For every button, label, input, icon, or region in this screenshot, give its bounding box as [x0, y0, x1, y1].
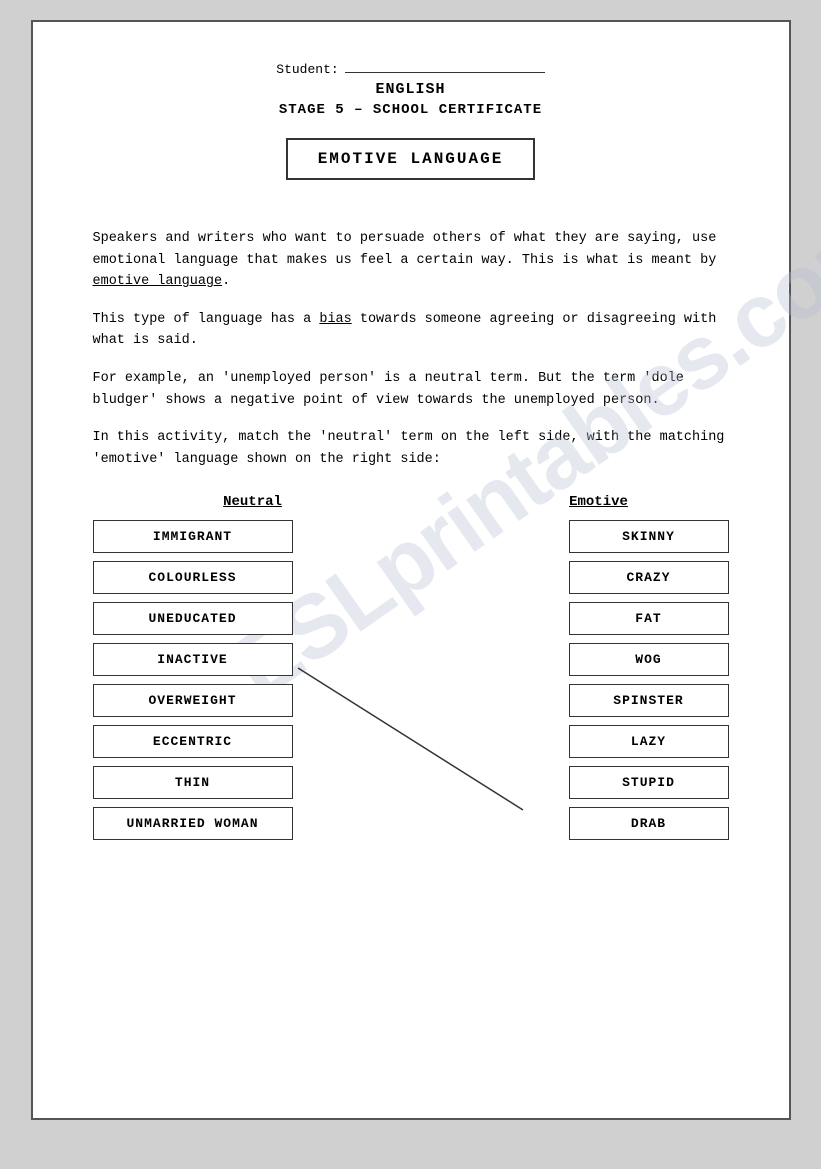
emotive-term-stupid: STUPID — [569, 766, 729, 799]
neutral-term-colourless: COLOURLESS — [93, 561, 293, 594]
neutral-term-inactive: INACTIVE — [93, 643, 293, 676]
paragraph-2: This type of language has a bias towards… — [93, 309, 729, 352]
neutral-term-immigrant: IMMIGRANT — [93, 520, 293, 553]
matching-row-5: OVERWEIGHT SPINSTER — [93, 684, 729, 717]
bias-underline: bias — [319, 312, 351, 327]
emotive-term-drab: DRAB — [569, 807, 729, 840]
student-label: Student: — [276, 62, 338, 77]
emotive-term-lazy: LAZY — [569, 725, 729, 758]
neutral-term-thin: THIN — [93, 766, 293, 799]
neutral-term-overweight: OVERWEIGHT — [93, 684, 293, 717]
header-section: Student: ENGLISH STAGE 5 – SCHOOL CERTIF… — [93, 62, 729, 208]
activity-section: Neutral Emotive IMMIGRANT SKINNY COLOURL… — [93, 494, 729, 840]
paragraph-1: Speakers and writers who want to persuad… — [93, 228, 729, 293]
emotive-term-fat: FAT — [569, 602, 729, 635]
matching-row-8: UNMARRIED WOMAN DRAB — [93, 807, 729, 840]
matching-row-2: COLOURLESS CRAZY — [93, 561, 729, 594]
columns-header: Neutral Emotive — [93, 494, 729, 510]
matching-row-4: INACTIVE WOG — [93, 643, 729, 676]
matching-row-7: THIN STUPID — [93, 766, 729, 799]
neutral-term-eccentric: ECCENTRIC — [93, 725, 293, 758]
neutral-column-header: Neutral — [113, 494, 393, 510]
neutral-term-unmarried-woman: UNMARRIED WOMAN — [93, 807, 293, 840]
emotive-term-skinny: SKINNY — [569, 520, 729, 553]
worksheet-title: EMOTIVE LANGUAGE — [286, 138, 536, 180]
matching-row-1: IMMIGRANT SKINNY — [93, 520, 729, 553]
paragraph-4: In this activity, match the 'neutral' te… — [93, 427, 729, 470]
title-stage: STAGE 5 – SCHOOL CERTIFICATE — [93, 102, 729, 118]
student-line: Student: — [93, 62, 729, 77]
emotive-term-crazy: CRAZY — [569, 561, 729, 594]
title-english: ENGLISH — [93, 81, 729, 98]
emotive-term-spinster: SPINSTER — [569, 684, 729, 717]
emotive-column-header: Emotive — [489, 494, 709, 510]
matching-row-3: UNEDUCATED FAT — [93, 602, 729, 635]
student-underline-field[interactable] — [345, 72, 545, 73]
paragraph-3: For example, an 'unemployed person' is a… — [93, 368, 729, 411]
neutral-term-uneducated: UNEDUCATED — [93, 602, 293, 635]
emotive-language-underline: emotive language — [93, 274, 223, 289]
matching-area: IMMIGRANT SKINNY COLOURLESS CRAZY UNEDUC… — [93, 520, 729, 840]
matching-row-6: ECCENTRIC LAZY — [93, 725, 729, 758]
emotive-term-wog: WOG — [569, 643, 729, 676]
worksheet-page: ESLprintables.com Student: ENGLISH STAGE… — [31, 20, 791, 1120]
